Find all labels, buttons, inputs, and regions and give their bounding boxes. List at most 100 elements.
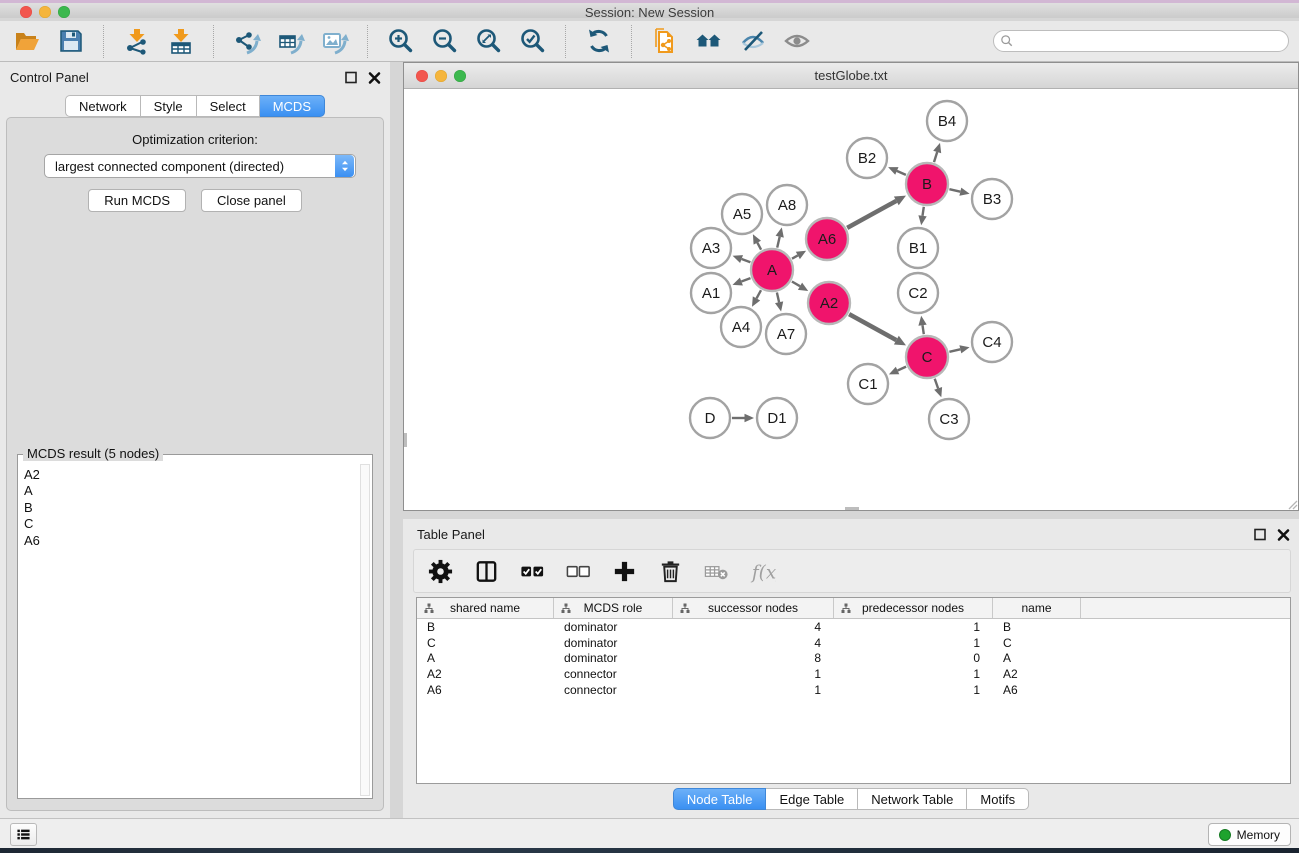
close-panel-button[interactable]: Close panel: [201, 189, 302, 212]
table-cell[interactable]: connector: [554, 667, 673, 681]
graph-node-A8[interactable]: A8: [767, 185, 807, 225]
select-all-checkboxes-icon[interactable]: [518, 557, 547, 586]
graph-node-A3[interactable]: A3: [691, 228, 731, 268]
table-cell[interactable]: A2: [993, 667, 1081, 681]
canvas-vscroll-thumb[interactable]: [404, 433, 407, 447]
table-cell[interactable]: 0: [834, 651, 993, 665]
table-cell[interactable]: 1: [673, 683, 834, 697]
first-neighbors-icon[interactable]: [694, 27, 723, 56]
export-table-icon[interactable]: [276, 27, 305, 56]
table-cell[interactable]: 4: [673, 620, 834, 634]
graph-node-A[interactable]: A: [751, 249, 793, 291]
graph-node-A1[interactable]: A1: [691, 273, 731, 313]
column-header-name[interactable]: name: [993, 598, 1081, 618]
close-panel-icon[interactable]: [367, 70, 382, 85]
table-row[interactable]: A2connector11A2: [417, 666, 1290, 682]
mcds-result-item[interactable]: B: [24, 500, 359, 516]
graph-node-B1[interactable]: B1: [898, 228, 938, 268]
graph-edge-A-A5[interactable]: [753, 234, 761, 249]
zoom-in-icon[interactable]: [386, 27, 415, 56]
zoom-out-icon[interactable]: [430, 27, 459, 56]
graph-node-A5[interactable]: A5: [722, 194, 762, 234]
table-row[interactable]: Bdominator41B: [417, 619, 1290, 635]
tab-mcds[interactable]: MCDS: [260, 95, 325, 117]
search-box[interactable]: [993, 30, 1289, 52]
mcds-result-scrollbar[interactable]: [360, 464, 370, 796]
table-cell[interactable]: B: [993, 620, 1081, 634]
tab-edge-table[interactable]: Edge Table: [766, 788, 858, 810]
graph-edge-A-A8[interactable]: [776, 227, 784, 247]
task-history-button[interactable]: [10, 823, 37, 846]
table-cell[interactable]: A: [993, 651, 1081, 665]
graph-edge-A-A4[interactable]: [752, 290, 761, 307]
graph-edge-A-A1[interactable]: [733, 278, 751, 286]
table-cell[interactable]: A6: [417, 683, 554, 697]
column-header-successor-nodes[interactable]: successor nodes: [673, 598, 834, 618]
split-view-icon[interactable]: [472, 557, 501, 586]
zoom-selected-icon[interactable]: [518, 27, 547, 56]
graph-node-C1[interactable]: C1: [848, 364, 888, 404]
graph-node-A6[interactable]: A6: [806, 218, 848, 260]
graph-edge-C-C2[interactable]: [918, 316, 926, 334]
import-network-file-icon[interactable]: [122, 27, 151, 56]
table-cell[interactable]: A2: [417, 667, 554, 681]
table-cell[interactable]: 1: [834, 636, 993, 650]
graph-node-D1[interactable]: D1: [757, 398, 797, 438]
tab-select[interactable]: Select: [197, 95, 260, 117]
graph-edge-C-C3[interactable]: [934, 379, 942, 398]
export-network-icon[interactable]: [232, 27, 261, 56]
table-row[interactable]: Adominator80A: [417, 651, 1290, 667]
graph-node-B[interactable]: B: [906, 163, 948, 205]
graph-edge-C-C1[interactable]: [889, 367, 906, 375]
graph-edge-A-A2[interactable]: [792, 282, 808, 292]
table-cell[interactable]: connector: [554, 683, 673, 697]
mcds-result-item[interactable]: A: [24, 483, 359, 499]
graph-node-C2[interactable]: C2: [898, 273, 938, 313]
graph-node-B2[interactable]: B2: [847, 138, 887, 178]
criterion-select[interactable]: largest connected component (directed): [44, 154, 356, 178]
zoom-fit-icon[interactable]: [474, 27, 503, 56]
table-cell[interactable]: 1: [834, 620, 993, 634]
tab-motifs[interactable]: Motifs: [967, 788, 1029, 810]
graph-edge-A6-B[interactable]: [847, 196, 906, 228]
close-table-panel-icon[interactable]: [1276, 527, 1291, 542]
column-header-MCDS-role[interactable]: MCDS role: [554, 598, 673, 618]
table-cell[interactable]: A6: [993, 683, 1081, 697]
float-panel-icon[interactable]: [344, 70, 359, 85]
add-row-icon[interactable]: [610, 557, 639, 586]
graph-edge-A-A3[interactable]: [733, 255, 751, 263]
network-canvas[interactable]: AA1A2A3A4A5A6A7A8BB1B2B3B4CC1C2C3C4DD1: [404, 89, 1298, 510]
graph-node-C4[interactable]: C4: [972, 322, 1012, 362]
table-row[interactable]: Cdominator41C: [417, 635, 1290, 651]
mcds-result-item[interactable]: A6: [24, 533, 359, 549]
tab-node-table[interactable]: Node Table: [673, 788, 767, 810]
resize-grip-icon[interactable]: [1286, 498, 1298, 510]
table-cell[interactable]: dominator: [554, 636, 673, 650]
table-cell[interactable]: dominator: [554, 620, 673, 634]
graph-edge-A-A7[interactable]: [775, 293, 783, 312]
graph-edge-B-B3[interactable]: [949, 188, 969, 196]
run-mcds-button[interactable]: Run MCDS: [88, 189, 186, 212]
table-cell[interactable]: C: [417, 636, 554, 650]
graph-edge-A-A6[interactable]: [792, 251, 806, 259]
graph-edge-C-C4[interactable]: [949, 345, 969, 353]
graph-node-B3[interactable]: B3: [972, 179, 1012, 219]
graph-edge-A2-C[interactable]: [849, 314, 906, 345]
table-cell[interactable]: C: [993, 636, 1081, 650]
canvas-hscroll-thumb[interactable]: [845, 507, 859, 510]
export-image-icon[interactable]: [320, 27, 349, 56]
float-table-panel-icon[interactable]: [1253, 527, 1268, 542]
table-cell[interactable]: A: [417, 651, 554, 665]
table-cell[interactable]: 4: [673, 636, 834, 650]
graph-edge-B-B4[interactable]: [933, 143, 941, 162]
graph-node-D[interactable]: D: [690, 398, 730, 438]
save-session-icon[interactable]: [56, 27, 85, 56]
graph-edge-B-B2[interactable]: [888, 167, 906, 175]
column-header-predecessor-nodes[interactable]: predecessor nodes: [834, 598, 993, 618]
table-row[interactable]: A6connector11A6: [417, 682, 1290, 698]
new-network-from-selection-icon[interactable]: [650, 27, 679, 56]
graph-node-A7[interactable]: A7: [766, 314, 806, 354]
graph-node-C[interactable]: C: [906, 336, 948, 378]
open-file-icon[interactable]: [12, 27, 41, 56]
network-window-titlebar[interactable]: testGlobe.txt: [404, 63, 1298, 89]
